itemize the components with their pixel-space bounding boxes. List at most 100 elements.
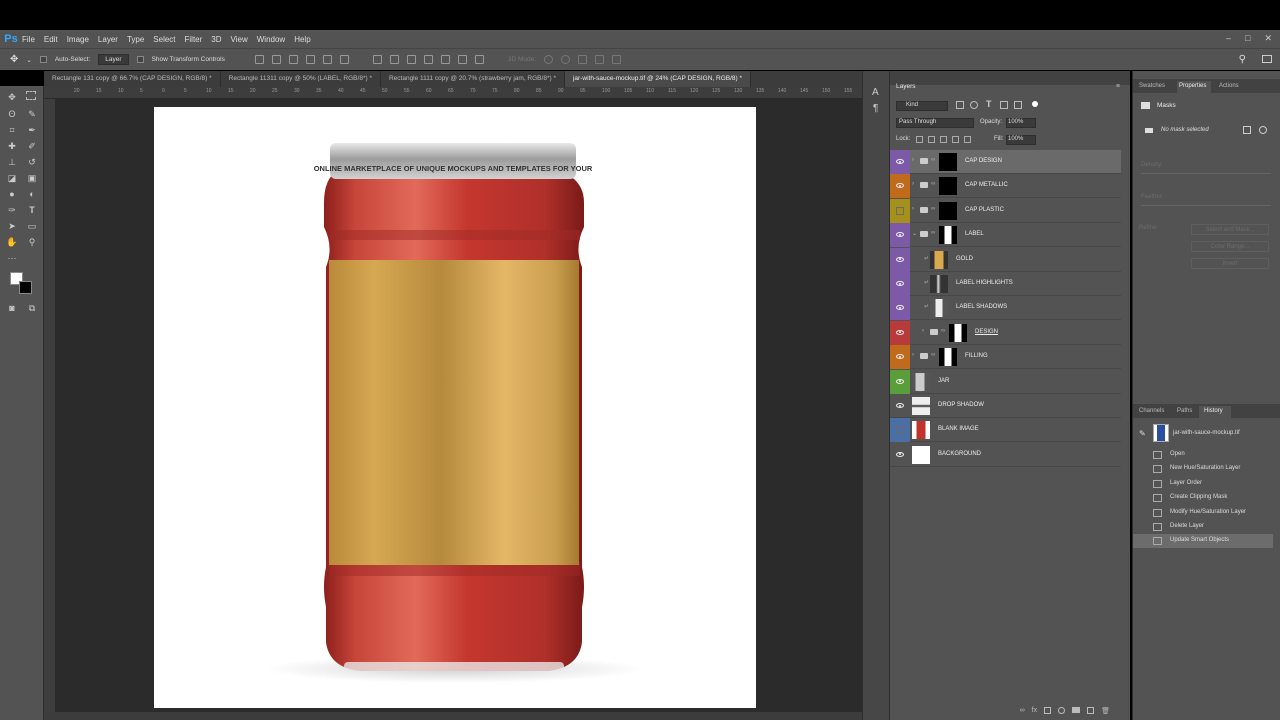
layer-thumbnail[interactable]: [912, 445, 930, 464]
tab-actions[interactable]: Actions: [1219, 83, 1239, 89]
tab-paths[interactable]: Paths: [1177, 408, 1192, 414]
lock-image-icon[interactable]: [928, 136, 935, 143]
doc-tab-active[interactable]: jar-with-sauce-mockup.tif @ 24% (CAP DES…: [564, 71, 752, 87]
marquee-tool-icon[interactable]: [26, 91, 36, 100]
character-panel-icon[interactable]: A: [872, 87, 879, 98]
visibility-eye-icon[interactable]: [896, 403, 904, 408]
layer-row[interactable]: BACKGROUND: [890, 443, 1121, 467]
align-top-icon[interactable]: [254, 55, 264, 64]
layer-thumbnail[interactable]: [912, 397, 930, 415]
align-bottom-icon[interactable]: [288, 55, 298, 64]
lock-transparent-icon[interactable]: [916, 136, 923, 143]
auto-select-checkbox[interactable]: [39, 56, 47, 63]
move-tool-icon[interactable]: ✥: [10, 54, 18, 65]
layer-thumbnail[interactable]: [939, 177, 957, 196]
eraser-tool-icon[interactable]: ◪: [6, 172, 18, 184]
auto-select-dropdown[interactable]: Layer: [98, 54, 129, 65]
link-layers-icon[interactable]: ∞: [1020, 707, 1025, 720]
paragraph-panel-icon[interactable]: ¶: [873, 103, 878, 114]
expand-chevron-icon[interactable]: ›: [912, 352, 914, 358]
menu-edit[interactable]: Edit: [44, 35, 58, 44]
quick-mask-icon[interactable]: ◙: [6, 302, 18, 314]
distribute-middle-icon[interactable]: [389, 55, 399, 64]
brush-tool-icon[interactable]: ✐: [26, 140, 38, 152]
history-step[interactable]: Create Clipping Mask: [1133, 491, 1273, 505]
align-center-icon[interactable]: [322, 55, 332, 64]
history-step[interactable]: New Hue/Saturation Layer: [1133, 462, 1273, 476]
add-vector-mask-icon[interactable]: [1259, 126, 1267, 134]
zoom-tool-icon[interactable]: ⚲: [26, 236, 38, 248]
add-mask-icon[interactable]: [1044, 707, 1052, 714]
history-step[interactable]: Delete Layer: [1133, 520, 1273, 534]
type-tool-icon[interactable]: T: [26, 204, 38, 216]
tab-properties[interactable]: Properties: [1179, 83, 1206, 89]
layer-row[interactable]: ↵ GOLD: [890, 247, 1121, 272]
visibility-eye-icon[interactable]: [896, 378, 904, 384]
visibility-eye-icon[interactable]: [896, 281, 904, 286]
background-color-swatch[interactable]: [19, 281, 32, 294]
history-brush-icon[interactable]: ↺: [26, 156, 38, 168]
visibility-eye-icon[interactable]: [896, 329, 904, 335]
visibility-eye-icon[interactable]: [896, 159, 904, 164]
expand-chevron-icon[interactable]: ⌄: [912, 230, 917, 237]
doc-tab[interactable]: Rectangle 131 copy @ 66.7% (CAP DESIGN, …: [44, 71, 221, 87]
layer-thumbnail[interactable]: [949, 323, 967, 342]
doc-tab[interactable]: Rectangle 1111 copy @ 20.7% (strawberry …: [381, 71, 565, 87]
mask-link-icon[interactable]: ∞: [931, 157, 935, 163]
new-group-icon[interactable]: [1072, 707, 1081, 713]
tab-channels[interactable]: Channels: [1139, 408, 1164, 414]
layer-thumbnail[interactable]: [912, 372, 930, 391]
visibility-off-icon[interactable]: [896, 426, 904, 435]
menu-3d[interactable]: 3D: [211, 35, 221, 44]
move-tool-icon[interactable]: ✥: [6, 91, 18, 103]
snapshot-label[interactable]: jar-with-sauce-mockup.tif: [1173, 430, 1240, 436]
distribute-right-icon[interactable]: [457, 55, 467, 64]
layer-thumbnail[interactable]: [930, 250, 948, 269]
menu-type[interactable]: Type: [127, 35, 144, 44]
layer-row[interactable]: › ∞ DESIGN: [890, 320, 1121, 345]
menu-file[interactable]: File: [22, 35, 35, 44]
menu-filter[interactable]: Filter: [185, 35, 203, 44]
layer-thumbnail[interactable]: [939, 153, 957, 171]
mask-link-icon[interactable]: ∞: [931, 181, 935, 187]
lock-all-icon[interactable]: [964, 136, 971, 143]
tab-history[interactable]: History: [1204, 408, 1223, 414]
layers-panel-title[interactable]: Layers: [896, 83, 916, 90]
document-canvas[interactable]: ONLINE MARKETPLACE OF UNIQUE MOCKUPS AND…: [154, 107, 756, 708]
history-step[interactable]: Layer Order: [1133, 477, 1273, 491]
distribute-left-icon[interactable]: [423, 55, 433, 64]
filter-smart-object-icon[interactable]: [1014, 101, 1022, 109]
tab-swatches[interactable]: Swatches: [1139, 83, 1165, 89]
maximize-button[interactable]: □: [1245, 33, 1250, 44]
layer-thumbnail[interactable]: [939, 201, 957, 220]
history-brush-source-icon[interactable]: ✎: [1139, 429, 1146, 438]
visibility-eye-icon[interactable]: [896, 256, 904, 262]
filter-shape-icon[interactable]: [1000, 101, 1008, 109]
history-step[interactable]: Open: [1133, 448, 1273, 462]
screen-mode-icon[interactable]: ⧉: [26, 302, 38, 314]
blur-tool-icon[interactable]: ●: [6, 188, 18, 200]
panel-menu-icon[interactable]: ≡: [1116, 83, 1120, 90]
history-step[interactable]: Modify Hue/Saturation Layer: [1133, 506, 1273, 520]
path-select-icon[interactable]: ➤: [6, 220, 18, 232]
menu-layer[interactable]: Layer: [98, 35, 118, 44]
filter-pixel-icon[interactable]: [956, 101, 964, 109]
expand-chevron-icon[interactable]: ›: [912, 206, 914, 212]
new-layer-icon[interactable]: [1087, 707, 1095, 714]
layer-thumbnail[interactable]: [912, 421, 930, 440]
history-step[interactable]: Update Smart Objects: [1133, 534, 1273, 549]
align-left-icon[interactable]: [305, 55, 315, 64]
layer-row[interactable]: ⌄ ∞ LABEL: [890, 223, 1121, 248]
snapshot-thumbnail[interactable]: [1153, 424, 1169, 442]
minimize-button[interactable]: –: [1226, 33, 1231, 44]
layer-row[interactable]: › ∞ CAP DESIGN: [890, 150, 1121, 174]
auto-align-icon[interactable]: [474, 55, 484, 64]
layer-row[interactable]: ↵ LABEL SHADOWS: [890, 296, 1121, 321]
pen-tool-icon[interactable]: ✑: [6, 204, 18, 216]
menu-image[interactable]: Image: [67, 35, 89, 44]
eyedropper-tool-icon[interactable]: ✒: [26, 124, 38, 136]
lock-artboard-icon[interactable]: [952, 136, 959, 143]
layer-row[interactable]: › ∞ FILLING: [890, 345, 1121, 370]
add-pixel-mask-icon[interactable]: [1243, 126, 1251, 134]
align-middle-icon[interactable]: [271, 55, 281, 64]
